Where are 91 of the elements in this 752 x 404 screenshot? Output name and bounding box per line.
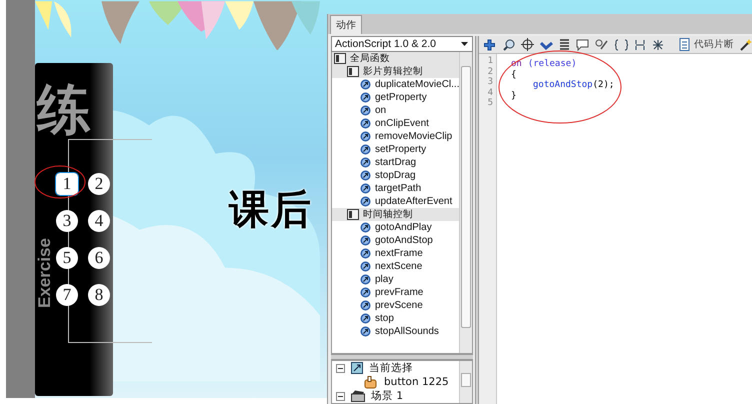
arrow-circle-icon bbox=[360, 92, 371, 103]
check-icon[interactable] bbox=[540, 40, 553, 50]
book-icon bbox=[347, 209, 359, 220]
collapse-code-icon[interactable] bbox=[634, 38, 646, 50]
arrow-circle-icon bbox=[360, 222, 371, 233]
arrow-circle-icon bbox=[360, 183, 371, 194]
tree-item[interactable]: startDrag bbox=[375, 157, 416, 168]
arrow-circle-icon bbox=[360, 235, 371, 246]
arrow-box-icon bbox=[351, 362, 363, 374]
tree-item[interactable]: removeMovieClip bbox=[375, 131, 452, 142]
add-icon[interactable] bbox=[483, 38, 497, 50]
tree-item[interactable]: 场景 1 bbox=[371, 389, 404, 403]
line-number: 4 bbox=[486, 88, 494, 98]
collapse-icon[interactable] bbox=[336, 392, 345, 400]
panel-tab[interactable]: 动作 bbox=[330, 15, 362, 34]
book-icon bbox=[347, 66, 359, 77]
tree-item[interactable]: 当前选择 bbox=[369, 361, 413, 375]
number-button[interactable]: 3 bbox=[56, 210, 78, 232]
calligraphy-text: 练 bbox=[37, 77, 91, 142]
tree-item[interactable]: prevScene bbox=[375, 300, 423, 311]
arrow-circle-icon bbox=[360, 105, 371, 116]
code-line: gotoAndStop(2); bbox=[533, 80, 614, 90]
tree-item[interactable]: onClipEvent bbox=[375, 118, 429, 129]
tree-item[interactable]: nextFrame bbox=[375, 248, 423, 259]
scrollbar[interactable] bbox=[459, 52, 472, 353]
arrow-circle-icon bbox=[360, 326, 371, 337]
number-button[interactable]: 8 bbox=[88, 284, 110, 306]
format-icon[interactable] bbox=[559, 38, 570, 50]
tree-item[interactable]: setProperty bbox=[375, 144, 426, 155]
scrollbar[interactable] bbox=[459, 361, 472, 403]
tree-item[interactable]: on bbox=[375, 105, 386, 116]
expand-code-icon[interactable] bbox=[652, 38, 664, 50]
code-editor[interactable]: 1 2 3 4 5 on (release) { gotoAndStop(2); } bbox=[479, 54, 752, 404]
vertical-text: Exercise bbox=[35, 237, 55, 310]
tree-item[interactable]: updateAfterEvent bbox=[375, 196, 452, 207]
braces-icon[interactable] bbox=[615, 38, 628, 50]
clapper-icon bbox=[351, 390, 365, 402]
number-button[interactable]: 4 bbox=[88, 210, 110, 232]
number-button[interactable]: 1 bbox=[56, 173, 78, 195]
tree-item[interactable]: stop bbox=[375, 313, 394, 324]
book-icon bbox=[334, 53, 346, 64]
arrow-circle-icon bbox=[360, 170, 371, 181]
snippets-button[interactable]: 代码片断 bbox=[670, 38, 734, 51]
code-line: on (release) bbox=[511, 59, 577, 69]
line-number: 3 bbox=[486, 77, 494, 88]
arrow-circle-icon bbox=[360, 287, 371, 298]
caret-icon bbox=[461, 42, 468, 46]
arrow-circle-icon bbox=[360, 157, 371, 168]
number-button[interactable]: 2 bbox=[88, 173, 110, 195]
arrow-circle-icon bbox=[360, 274, 371, 285]
tree-item[interactable]: stopAllSounds bbox=[375, 326, 439, 337]
magic-wand-icon[interactable] bbox=[740, 38, 752, 50]
line-number: 5 bbox=[486, 98, 494, 108]
number-button[interactable]: 5 bbox=[56, 247, 78, 269]
tree-item[interactable]: gotoAndPlay bbox=[375, 222, 432, 233]
tree-item[interactable]: duplicateMovieCl... bbox=[375, 79, 460, 90]
comment-icon[interactable] bbox=[576, 38, 589, 50]
tree-item[interactable]: targetPath bbox=[375, 183, 422, 194]
splitter-handle[interactable] bbox=[331, 354, 474, 360]
tree-item[interactable]: prevFrame bbox=[375, 287, 424, 298]
document-icon bbox=[678, 38, 690, 51]
tree-item[interactable]: gotoAndStop bbox=[375, 235, 433, 246]
button-symbol-icon bbox=[364, 376, 378, 388]
code-line: { bbox=[511, 70, 516, 80]
code-line: } bbox=[511, 90, 516, 100]
annotation-ellipse bbox=[34, 164, 86, 200]
arrow-circle-icon bbox=[360, 144, 371, 155]
tree-item[interactable]: play bbox=[375, 274, 394, 285]
arrow-circle-icon bbox=[360, 79, 371, 90]
arrow-circle-icon bbox=[360, 118, 371, 129]
dropdown-value: ActionScript 1.0 & 2.0 bbox=[335, 38, 436, 50]
arrow-circle-icon bbox=[360, 261, 371, 272]
arrow-circle-icon bbox=[360, 131, 371, 142]
number-button[interactable]: 6 bbox=[88, 247, 110, 269]
number-button[interactable]: 7 bbox=[56, 284, 78, 306]
version-dropdown[interactable]: ActionScript 1.0 & 2.0 bbox=[331, 36, 474, 52]
line-number: 1 bbox=[486, 56, 494, 66]
debug-icon[interactable] bbox=[595, 38, 609, 50]
heading-text: 课后 bbox=[229, 188, 313, 232]
collapse-icon[interactable] bbox=[336, 364, 345, 372]
tree-item[interactable]: getProperty bbox=[375, 92, 427, 103]
tree-item[interactable]: nextScene bbox=[375, 261, 422, 272]
tree-item[interactable]: button 1225 bbox=[384, 376, 449, 388]
arrow-circle-icon bbox=[360, 300, 371, 311]
search-icon[interactable] bbox=[503, 38, 515, 50]
line-number: 2 bbox=[486, 66, 494, 77]
crosshair-icon[interactable] bbox=[521, 38, 534, 51]
tree-item[interactable]: stopDrag bbox=[375, 170, 416, 181]
arrow-circle-icon bbox=[360, 248, 371, 259]
arrow-circle-icon bbox=[360, 313, 371, 324]
arrow-circle-icon bbox=[360, 196, 371, 207]
